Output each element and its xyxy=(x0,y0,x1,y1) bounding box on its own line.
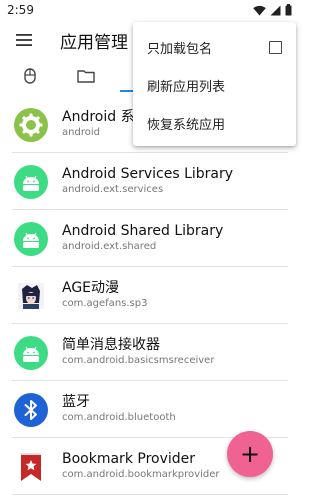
app-name: Android Services Library xyxy=(62,166,234,182)
menu-item-label: 刷新应用列表 xyxy=(147,79,226,95)
status-time: 2:59 xyxy=(7,3,34,17)
app-package: android.ext.shared xyxy=(62,241,157,252)
app-package: android.ext.services xyxy=(62,184,164,195)
app-name: Android 系 xyxy=(62,109,135,125)
hamburger-icon xyxy=(16,34,32,46)
list-item[interactable]: 蓝牙 com.android.bluetooth xyxy=(0,381,300,438)
wifi-icon xyxy=(253,5,266,15)
menu-item-label: 只加载包名 xyxy=(147,41,213,57)
menu-item-restore-system-apps[interactable]: 恢复系统应用 xyxy=(133,104,296,142)
app-name: 简单消息接收器 xyxy=(62,337,160,353)
android-robot-icon xyxy=(14,164,48,199)
status-bar: 2:59 xyxy=(0,0,300,20)
menu-item-label: 恢复系统应用 xyxy=(147,117,226,133)
list-item[interactable]: AGE动漫 com.agefans.sp3 xyxy=(0,267,300,324)
app-name: 蓝牙 xyxy=(62,394,90,410)
load-package-names-checkbox[interactable] xyxy=(269,40,282,54)
app-name: Bookmark Provider xyxy=(62,451,196,467)
signal-icon xyxy=(270,5,281,15)
app-package: com.android.bookmarkprovider xyxy=(62,469,220,480)
menu-item-load-package-names-only[interactable]: 只加载包名 xyxy=(133,28,296,66)
plus-icon: + xyxy=(239,440,261,468)
app-package: android xyxy=(62,127,100,138)
mouse-icon xyxy=(24,68,36,84)
android-robot-icon xyxy=(14,335,48,370)
tab-folder[interactable] xyxy=(58,60,114,92)
app-package: com.agefans.sp3 xyxy=(62,298,148,309)
list-item[interactable]: Android Shared Library android.ext.share… xyxy=(0,210,300,267)
app-package: com.android.bluetooth xyxy=(62,412,176,423)
app-package: com.android.basicsmsreceiver xyxy=(62,355,215,366)
tab-mouse[interactable] xyxy=(2,60,58,92)
add-fab-button[interactable]: + xyxy=(227,431,273,477)
bookmark-icon xyxy=(21,452,41,481)
menu-drawer-button[interactable] xyxy=(0,20,48,60)
app-name: Android Shared Library xyxy=(62,223,224,239)
overflow-menu: 只加载包名 刷新应用列表 恢复系统应用 xyxy=(133,22,296,146)
bluetooth-icon xyxy=(14,392,48,427)
folder-icon xyxy=(77,70,95,83)
menu-item-refresh-app-list[interactable]: 刷新应用列表 xyxy=(133,66,296,104)
age-anime-icon xyxy=(18,282,44,309)
status-icons xyxy=(253,4,292,16)
page-title: 应用管理 xyxy=(60,32,128,53)
list-item[interactable]: Android Services Library android.ext.ser… xyxy=(0,153,300,210)
android-robot-icon xyxy=(14,221,48,256)
app-name: AGE动漫 xyxy=(62,280,120,296)
list-item[interactable]: 简单消息接收器 com.android.basicsmsreceiver xyxy=(0,324,300,381)
android-settings-icon xyxy=(14,107,48,142)
battery-icon xyxy=(285,4,292,16)
